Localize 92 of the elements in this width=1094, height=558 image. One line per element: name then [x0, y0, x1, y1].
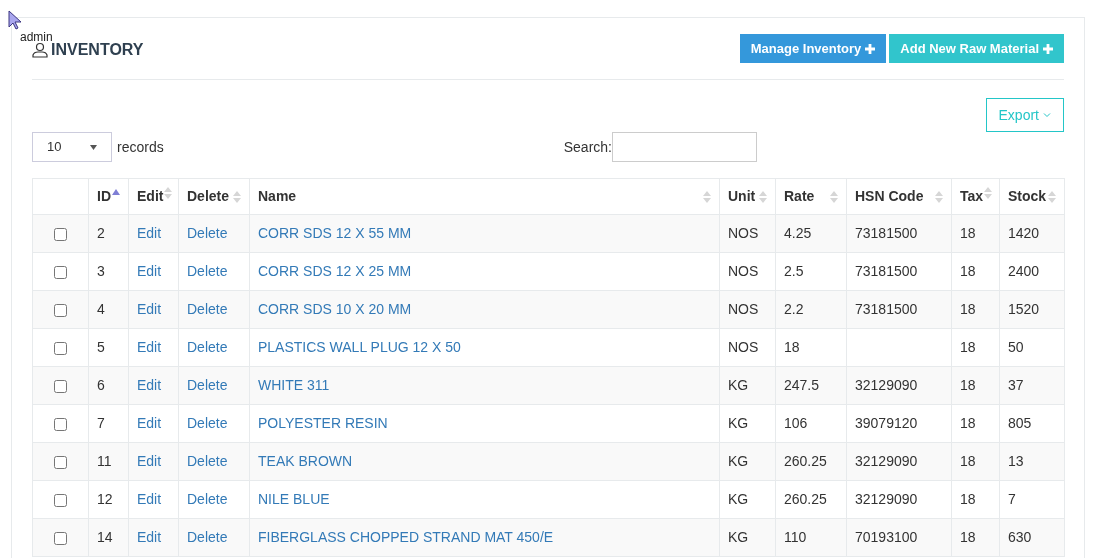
table-cell-text: 4	[97, 301, 105, 317]
row-checkbox[interactable]	[54, 303, 67, 317]
name-link[interactable]: PLASTICS WALL PLUG 12 X 50	[258, 339, 461, 355]
row-checkbox[interactable]	[54, 227, 67, 241]
table-cell-text: 7	[1008, 491, 1016, 507]
table-cell-text: 106	[784, 415, 808, 431]
table-cell-text: NOS	[728, 263, 759, 279]
table-cell-text: 18	[960, 491, 976, 507]
table-cell-text: 260.25	[784, 491, 827, 507]
table-cell-text: 18	[960, 301, 976, 317]
user-icon	[32, 41, 48, 58]
search-label: Search:	[563, 137, 612, 157]
row-checkbox[interactable]	[54, 531, 67, 545]
search-field[interactable]	[612, 132, 757, 162]
name-link[interactable]: CORR SDS 10 X 20 MM	[258, 301, 412, 317]
table-cell-text: 73181500	[855, 225, 918, 241]
column-header[interactable]: Unit	[719, 178, 776, 215]
table-cell-text: 11	[97, 453, 112, 469]
table-cell-text: 805	[1008, 415, 1032, 431]
table-cell-text: 73181500	[855, 301, 918, 317]
table-cell-text: 39079120	[855, 415, 918, 431]
table-cell-text: 70193100	[855, 529, 918, 545]
column-header[interactable]: Rate	[775, 178, 847, 215]
column-header[interactable]: Delete	[178, 178, 250, 215]
plus-icon	[865, 43, 876, 54]
table-cell-text: NOS	[728, 225, 759, 241]
row-checkbox[interactable]	[54, 341, 67, 355]
column-header[interactable]: Tax	[951, 178, 1000, 215]
table-cell-text: 37	[1008, 377, 1024, 393]
name-link[interactable]: CORR SDS 12 X 55 MM	[258, 225, 412, 241]
table-cell-text: 13	[1008, 453, 1024, 469]
table-cell-text: 1520	[1008, 301, 1040, 317]
table-cell-text: 247.5	[784, 377, 820, 393]
table-cell-text: 32129090	[855, 453, 918, 469]
name-link[interactable]: TEAK BROWN	[258, 453, 353, 469]
table-cell-text: NOS	[728, 301, 759, 317]
table-cell-text: 6	[97, 377, 105, 393]
table-cell-text: 630	[1008, 529, 1032, 545]
table-cell-text: 2	[97, 225, 105, 241]
name-link[interactable]: NILE BLUE	[258, 491, 330, 507]
records-select[interactable]: 10	[32, 132, 112, 162]
table-cell-text: 12	[97, 491, 113, 507]
table-cell-text: 2.5	[784, 263, 804, 279]
column-header[interactable]: HSN Code	[846, 178, 952, 215]
table-cell-text: 18	[960, 339, 976, 355]
table-cell-text: 2.2	[784, 301, 804, 317]
table-cell-text: 7	[97, 415, 105, 431]
table-cell-text: 18	[960, 453, 976, 469]
table-cell-text: NOS	[728, 339, 759, 355]
table-cell-text: 14	[97, 529, 113, 545]
row-checkbox[interactable]	[54, 265, 67, 279]
column-header[interactable]: Name	[249, 178, 720, 215]
records-label: records	[117, 137, 164, 157]
table-cell-text: 50	[1008, 339, 1024, 355]
name-link[interactable]: CORR SDS 12 X 25 MM	[258, 263, 412, 279]
table-cell-text: 4.25	[784, 225, 812, 241]
table-cell-text: 18	[960, 529, 976, 545]
table-cell-text: KG	[728, 415, 749, 431]
page-title: INVENTORY	[51, 40, 144, 60]
plus-icon	[1043, 43, 1053, 54]
table-cell-text: 18	[960, 377, 976, 393]
table-cell-text: 18	[960, 225, 976, 241]
name-link[interactable]: POLYESTER RESIN	[258, 415, 388, 431]
table-cell-text: 1420	[1008, 225, 1040, 241]
column-header[interactable]: ID	[88, 178, 129, 215]
table-cell-text: 260.25	[784, 453, 827, 469]
table-cell-text: 73181500	[855, 263, 918, 279]
row-checkbox[interactable]	[54, 379, 67, 393]
table-cell-text: 18	[960, 263, 976, 279]
cursor-icon	[8, 10, 22, 30]
header-button[interactable]: Manage Inventory	[739, 34, 887, 63]
row-checkbox[interactable]	[54, 455, 67, 469]
table-cell-text: KG	[728, 491, 749, 507]
column-header[interactable]: Edit	[128, 178, 179, 215]
dropdown-caret-icon	[90, 144, 97, 150]
row-checkbox[interactable]	[54, 493, 67, 507]
table-cell-text: 18	[960, 415, 976, 431]
chevron-down-icon	[1043, 112, 1051, 118]
tooltip-text: admin	[20, 31, 53, 43]
table-cell-text: 32129090	[855, 491, 918, 507]
table-cell-text: 18	[784, 339, 800, 355]
table-cell-text: KG	[728, 453, 749, 469]
table-cell-text: 110	[784, 529, 807, 545]
table-cell-text: 32129090	[855, 377, 918, 393]
table-cell-text: 2400	[1008, 263, 1040, 279]
table-cell-text: KG	[728, 377, 749, 393]
table-cell-text: 5	[97, 339, 105, 355]
name-link[interactable]: WHITE 311	[258, 377, 330, 393]
table-cell-text: 3	[97, 263, 105, 279]
table-cell-text: KG	[728, 529, 749, 545]
row-checkbox[interactable]	[54, 417, 67, 431]
column-header[interactable]: Stock	[999, 178, 1065, 215]
